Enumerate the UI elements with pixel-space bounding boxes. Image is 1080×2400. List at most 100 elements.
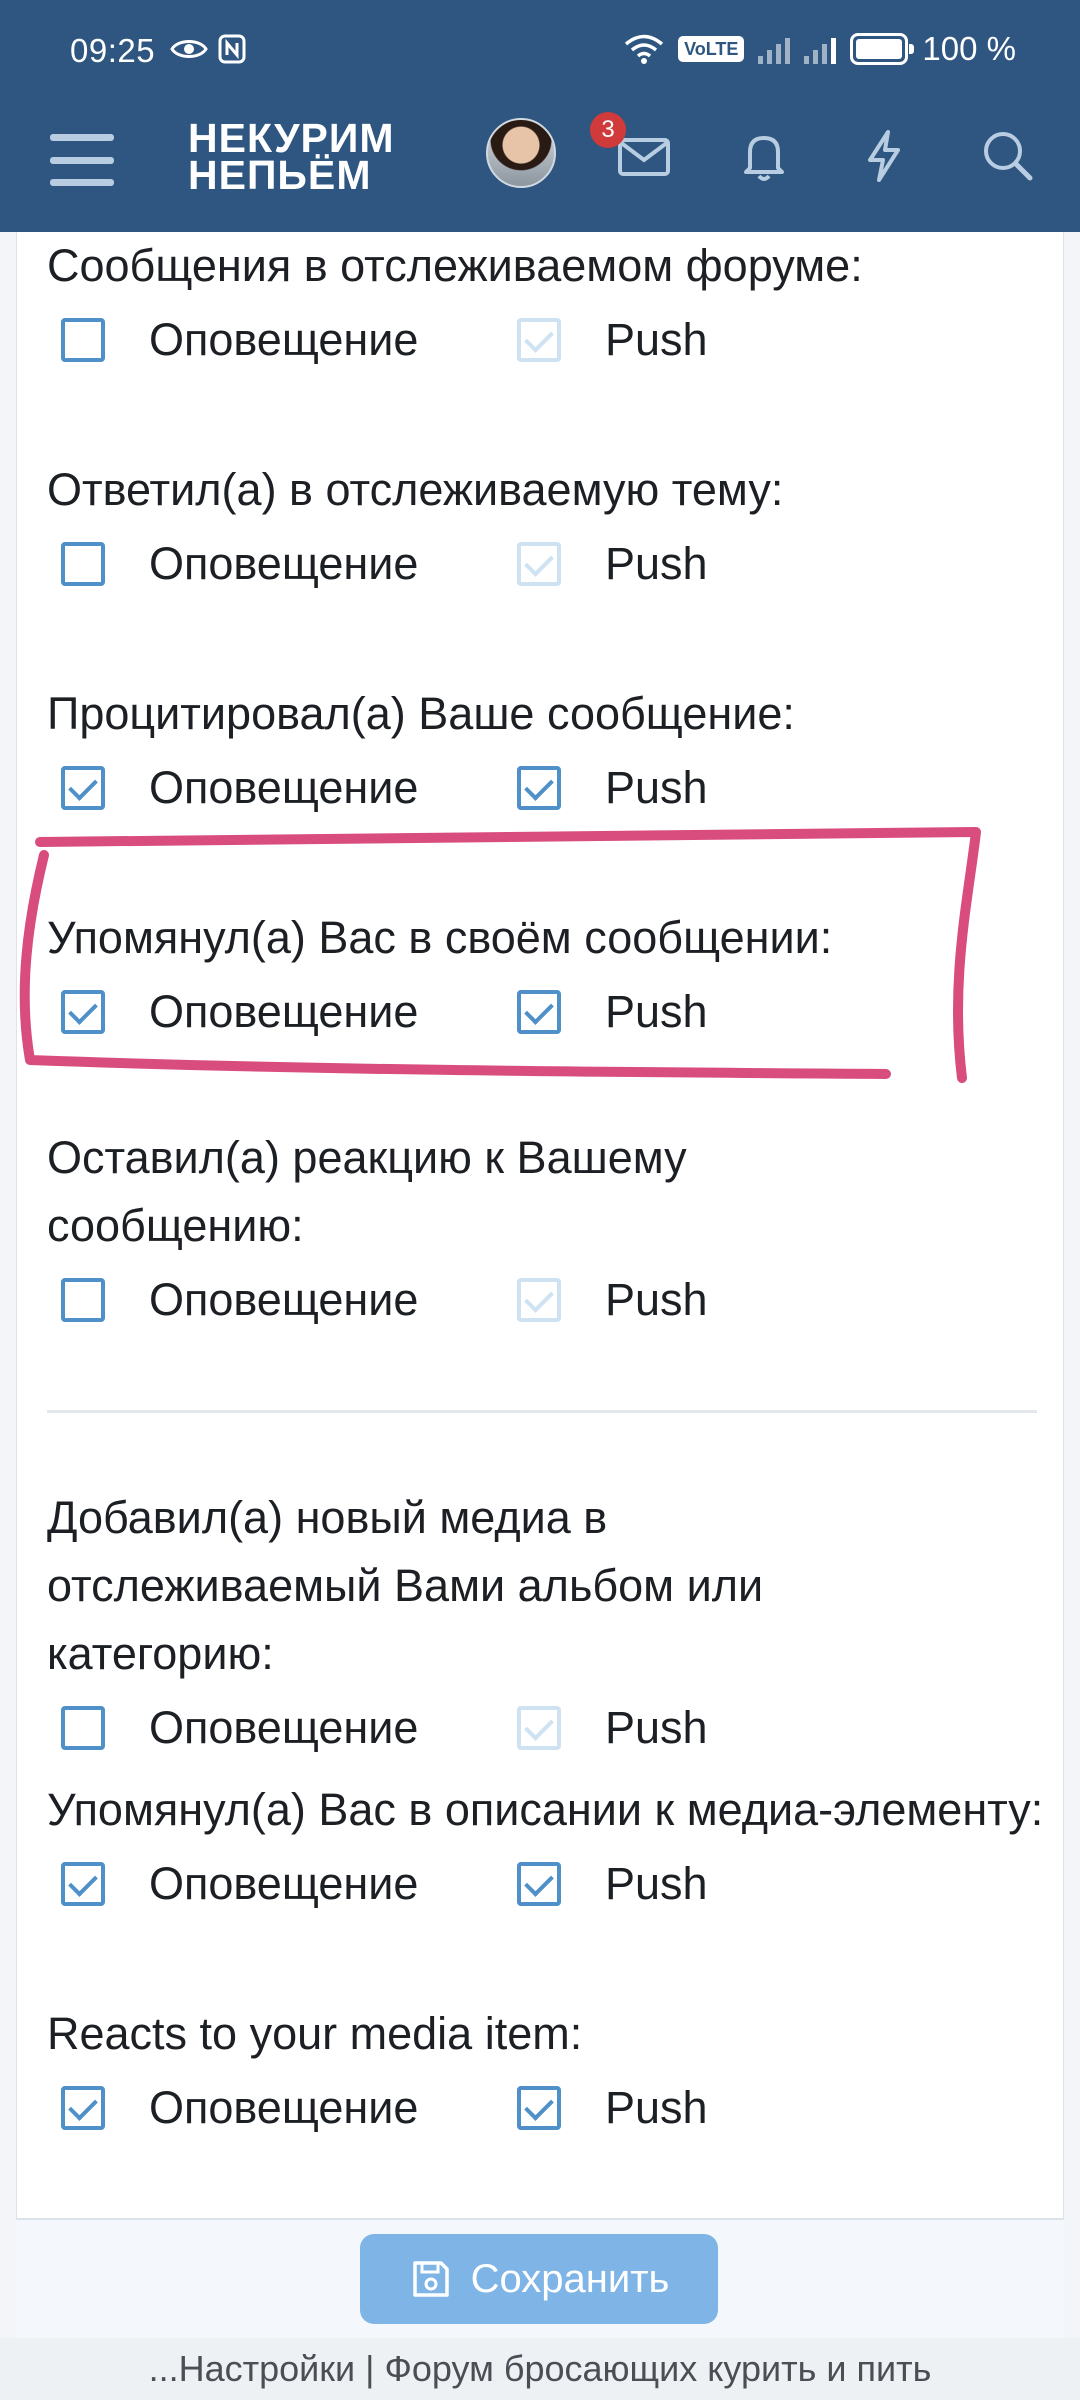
alert-checkbox[interactable] bbox=[61, 990, 105, 1034]
whats-new-button[interactable] bbox=[852, 124, 916, 188]
alert-option[interactable]: Оповещение bbox=[47, 1702, 503, 1754]
inbox-badge: 3 bbox=[590, 112, 626, 148]
push-checkbox[interactable] bbox=[517, 766, 561, 810]
push-checkbox-label: Push bbox=[605, 986, 708, 1037]
preference-label: Сообщения в отслеживаемом форуме: bbox=[47, 240, 863, 291]
preference-row: Оставил(а) реакцию к Вашему сообщению: Оп… bbox=[47, 1124, 1047, 1340]
save-bar: Сохранить bbox=[16, 2218, 1064, 2338]
push-checkbox-label: Push bbox=[605, 1274, 708, 1325]
inbox-button[interactable]: 3 bbox=[590, 112, 676, 188]
alert-checkbox[interactable] bbox=[61, 1278, 105, 1322]
push-option[interactable]: Push bbox=[503, 1858, 708, 1910]
status-left-icons bbox=[170, 34, 246, 64]
app-header: 09:25 VoLTE 100 % НЕКУРИМ НЕПЬЁМ 3 bbox=[0, 0, 1080, 232]
alert-option[interactable]: Оповещение bbox=[47, 1858, 503, 1910]
push-checkbox bbox=[517, 318, 561, 362]
preference-options: Оповещение Push bbox=[47, 2068, 1047, 2148]
push-checkbox bbox=[517, 1278, 561, 1322]
push-option[interactable]: Push bbox=[503, 762, 708, 814]
preference-options: Оповещение Push bbox=[47, 1844, 1047, 1924]
push-checkbox[interactable] bbox=[517, 1862, 561, 1906]
floppy-disk-icon bbox=[412, 2261, 449, 2297]
preference-row: Упомянул(а) Вас в своём сообщении: Оповещ… bbox=[47, 904, 1047, 1052]
alert-option[interactable]: Оповещение bbox=[47, 538, 503, 590]
status-bar: 09:25 VoLTE 100 % bbox=[0, 0, 1080, 104]
user-avatar[interactable] bbox=[486, 118, 556, 188]
preference-row: Ответил(а) в отслеживаемую тему: Оповещен… bbox=[47, 456, 1047, 604]
site-logo[interactable]: НЕКУРИМ НЕПЬЁМ bbox=[188, 118, 394, 198]
push-option: Push bbox=[503, 1274, 708, 1326]
push-option[interactable]: Push bbox=[503, 986, 708, 1038]
preference-options: Оповещение Push bbox=[47, 1260, 1047, 1340]
push-checkbox-label: Push bbox=[605, 762, 708, 813]
battery-percent: 100 % bbox=[922, 30, 1016, 67]
signal-strength-icon-2 bbox=[804, 34, 837, 64]
push-checkbox-label: Push bbox=[605, 1702, 708, 1753]
preference-label: Ответил(а) в отслеживаемую тему: bbox=[47, 464, 784, 515]
alert-checkbox-label: Оповещение bbox=[149, 1702, 419, 1753]
push-option: Push bbox=[503, 314, 708, 366]
save-button[interactable]: Сохранить bbox=[360, 2234, 718, 2324]
preference-options: Оповещение Push bbox=[47, 300, 1047, 380]
alert-checkbox-label: Оповещение bbox=[149, 538, 419, 589]
wifi-icon bbox=[624, 34, 664, 64]
push-checkbox bbox=[517, 542, 561, 586]
preference-options: Оповещение Push bbox=[47, 748, 1047, 828]
volte-indicator: VoLTE bbox=[678, 36, 745, 62]
alert-checkbox[interactable] bbox=[61, 1862, 105, 1906]
preference-label: Упомянул(а) Вас в своём сообщении: bbox=[47, 912, 833, 963]
alert-checkbox[interactable] bbox=[61, 542, 105, 586]
alert-option[interactable]: Оповещение bbox=[47, 986, 503, 1038]
notification-preferences: Сообщения в отслеживаемом форуме: Оповеще… bbox=[16, 232, 1064, 2218]
search-button[interactable] bbox=[976, 124, 1040, 188]
push-checkbox bbox=[517, 1706, 561, 1750]
alert-checkbox[interactable] bbox=[61, 318, 105, 362]
preference-label: Добавил(а) новый медиа в отслеживаемый В… bbox=[47, 1492, 764, 1679]
alert-checkbox-label: Оповещение bbox=[149, 986, 419, 1037]
status-right: VoLTE 100 % bbox=[624, 30, 1016, 68]
alert-option[interactable]: Оповещение bbox=[47, 1274, 503, 1326]
nfc-icon bbox=[218, 34, 246, 64]
push-checkbox[interactable] bbox=[517, 990, 561, 1034]
search-icon bbox=[984, 132, 1033, 181]
preference-row: Reacts to your media item: Оповещение Push bbox=[47, 2000, 1047, 2148]
alert-checkbox-label: Оповещение bbox=[149, 1274, 419, 1325]
preference-label: Reacts to your media item: bbox=[47, 2008, 583, 2059]
alert-option[interactable]: Оповещение bbox=[47, 762, 503, 814]
section-divider bbox=[47, 1410, 1037, 1413]
push-checkbox-label: Push bbox=[605, 2082, 708, 2133]
preference-row: Процитировал(а) Ваше сообщение: Оповещени… bbox=[47, 680, 1047, 828]
save-button-label: Сохранить bbox=[470, 2256, 670, 2301]
push-option: Push bbox=[503, 538, 708, 590]
push-checkbox[interactable] bbox=[517, 2086, 561, 2130]
alert-option[interactable]: Оповещение bbox=[47, 2082, 503, 2134]
push-option[interactable]: Push bbox=[503, 2082, 708, 2134]
preference-row: Упомянул(а) Вас в описании к медиа-элеме… bbox=[47, 1776, 1047, 1924]
push-checkbox-label: Push bbox=[605, 538, 708, 589]
menu-icon[interactable] bbox=[46, 128, 118, 192]
alert-checkbox-label: Оповещение bbox=[149, 2082, 419, 2133]
browser-page-title: ...Настройки | Форум бросающих курить и … bbox=[0, 2338, 1080, 2400]
alerts-button[interactable] bbox=[732, 124, 796, 188]
eye-icon bbox=[170, 40, 208, 58]
preference-options: Оповещение Push bbox=[47, 972, 1047, 1052]
alert-checkbox[interactable] bbox=[61, 2086, 105, 2130]
alert-checkbox[interactable] bbox=[61, 1706, 105, 1750]
preference-options: Оповещение Push bbox=[47, 524, 1047, 604]
alert-option[interactable]: Оповещение bbox=[47, 314, 503, 366]
push-option: Push bbox=[503, 1702, 708, 1754]
preference-label: Процитировал(а) Ваше сообщение: bbox=[47, 688, 795, 739]
preference-options: Оповещение Push bbox=[47, 1688, 1047, 1768]
alert-checkbox-label: Оповещение bbox=[149, 314, 419, 365]
alert-checkbox[interactable] bbox=[61, 766, 105, 810]
push-checkbox-label: Push bbox=[605, 314, 708, 365]
nav-bar: НЕКУРИМ НЕПЬЁМ 3 bbox=[0, 104, 1080, 232]
preference-label: Оставил(а) реакцию к Вашему сообщению: bbox=[47, 1132, 687, 1251]
logo-line-2: НЕПЬЁМ bbox=[188, 152, 372, 198]
preference-label: Упомянул(а) Вас в описании к медиа-элеме… bbox=[47, 1784, 1044, 1835]
push-checkbox-label: Push bbox=[605, 1858, 708, 1909]
alert-checkbox-label: Оповещение bbox=[149, 762, 419, 813]
lightning-icon bbox=[868, 130, 900, 182]
status-time: 09:25 bbox=[70, 32, 156, 69]
alert-checkbox-label: Оповещение bbox=[149, 1858, 419, 1909]
